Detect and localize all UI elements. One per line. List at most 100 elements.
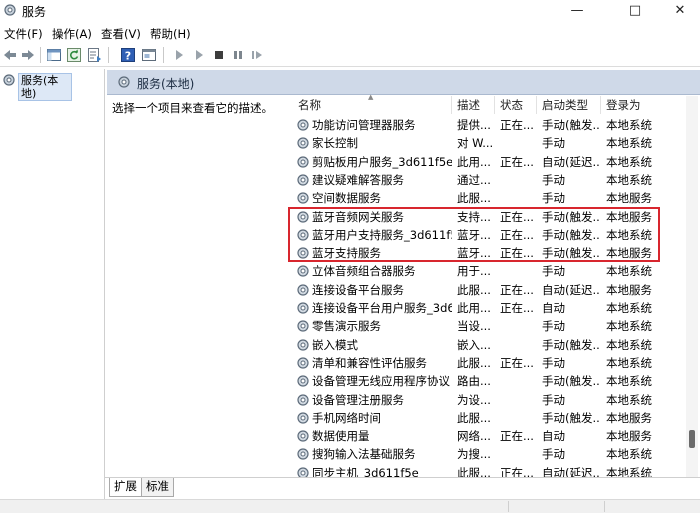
vertical-scrollbar[interactable] [686, 96, 698, 477]
status-separator [604, 501, 605, 512]
service-row[interactable]: 数据使用量 网络... 正在... 自动 本地服务 [290, 427, 686, 445]
service-row[interactable]: 手机网络时间 此服... 手动(触发... 本地服务 [290, 409, 686, 427]
menu-file[interactable]: 文件(F) [4, 26, 43, 42]
maximize-button[interactable]: □ [612, 0, 658, 22]
menu-bar: 文件(F) 操作(A) 查看(V) 帮助(H) [0, 24, 700, 42]
service-log-on-as: 本地系统 [606, 465, 652, 477]
column-separator[interactable] [536, 96, 537, 114]
restart-service-icon[interactable] [249, 47, 265, 63]
service-log-on-as: 本地服务 [606, 282, 652, 297]
service-name: 设备管理注册服务 [312, 392, 404, 407]
column-header-name[interactable]: 名称 [298, 97, 321, 115]
tree-item-services-local[interactable]: 服务(本地) [2, 72, 72, 101]
services-list: 功能访问管理器服务 提供... 正在... 手动(触发... 本地系统 家长控制对 W..… [290, 116, 686, 477]
toolbar-separator [108, 47, 109, 63]
pause-service-icon[interactable] [230, 47, 246, 63]
start-service-alt-icon[interactable] [191, 47, 207, 63]
stop-service-icon[interactable] [211, 47, 227, 63]
service-log-on-as: 本地系统 [606, 264, 652, 279]
service-log-on-as: 本地系统 [606, 172, 652, 187]
service-description: 提供... [457, 118, 491, 132]
service-row[interactable]: 连接设备平台服务 此服... 正在... 自动(延迟... 本地服务 [290, 281, 686, 299]
service-row[interactable]: 立体音频组合器服务 用于... 手动 本地系统 [290, 262, 686, 280]
service-row[interactable]: 剪贴板用户服务_3d611f5e 此用... 正在... 自动(延迟... 本地系统 [290, 153, 686, 171]
service-status: 正在... [500, 301, 534, 315]
back-icon[interactable] [2, 47, 18, 63]
service-gear-icon [297, 393, 309, 406]
close-button[interactable]: ✕ [657, 0, 700, 22]
service-log-on-as: 本地系统 [606, 355, 652, 370]
service-gear-icon [297, 265, 309, 277]
service-row[interactable]: 家长控制 对 W... 手动 本地系统 [290, 134, 686, 152]
service-name: 数据使用量 [312, 429, 370, 444]
column-header-status[interactable]: 状态 [500, 97, 523, 115]
service-name: 同步主机_3d611f5e [312, 465, 419, 477]
column-header-description[interactable]: 描述 [457, 97, 480, 115]
menu-view[interactable]: 查看(V) [101, 26, 141, 42]
export-list-icon[interactable] [86, 47, 102, 63]
service-row[interactable]: 设备管理注册服务 为设... 手动 本地系统 [290, 391, 686, 409]
column-separator[interactable] [600, 96, 601, 114]
tab-standard[interactable]: 标准 [141, 478, 174, 497]
service-row[interactable]: 同步主机_3d611f5e 此服... 正在... 自动(延迟... 本地系统 [290, 464, 686, 477]
menu-help[interactable]: 帮助(H) [150, 26, 191, 42]
service-startup-type: 自动(延迟... [542, 465, 600, 477]
service-name: 建议疑难解答服务 [312, 172, 404, 187]
service-startup-type: 手动 [542, 264, 565, 279]
service-log-on-as: 本地系统 [606, 392, 652, 407]
help-icon[interactable]: ? [120, 47, 136, 63]
service-description: 嵌入... [457, 337, 491, 352]
refresh-icon[interactable] [66, 47, 82, 63]
service-row[interactable]: 嵌入模式 嵌入... 手动(触发... 本地系统 [290, 336, 686, 354]
toolbar-separator [163, 47, 164, 63]
service-row[interactable]: 功能访问管理器服务 提供... 正在... 手动(触发... 本地系统 [290, 116, 686, 134]
scrollbar-thumb[interactable] [689, 430, 695, 448]
service-gear-icon [297, 412, 309, 424]
tab-extended[interactable]: 扩展 [109, 478, 142, 497]
menu-action[interactable]: 操作(A) [52, 26, 92, 42]
service-gear-icon [297, 284, 309, 296]
service-startup-type: 自动(延迟... [542, 282, 600, 297]
service-description: 路由... [457, 374, 491, 389]
service-description: 通过... [457, 172, 491, 187]
service-startup-type: 手动 [542, 447, 565, 462]
column-header-startup-type[interactable]: 启动类型 [542, 97, 588, 115]
service-log-on-as: 本地系统 [606, 154, 652, 169]
service-row[interactable]: 清单和兼容性评估服务 此服... 正在... 手动 本地系统 [290, 354, 686, 372]
properties-icon[interactable] [141, 47, 157, 63]
service-log-on-as: 本地系统 [606, 447, 652, 462]
service-row[interactable]: 空间数据服务 此服... 手动 本地服务 [290, 189, 686, 207]
service-gear-icon [297, 338, 309, 351]
minimize-button[interactable]: — [554, 0, 600, 22]
service-row[interactable]: 连接设备平台用户服务_3d6... 此用... 正在... 自动 本地系统 [290, 299, 686, 317]
column-separator[interactable] [451, 96, 452, 114]
service-row[interactable]: 搜狗输入法基础服务 为搜... 手动 本地系统 [290, 445, 686, 463]
service-gear-icon [297, 174, 309, 186]
service-startup-type: 手动 [542, 355, 565, 370]
title-bar: 服务 — □ ✕ [0, 0, 700, 22]
service-name: 家长控制 [312, 136, 358, 151]
sort-indicator-icon: ▲ [368, 93, 374, 101]
forward-icon[interactable] [20, 47, 36, 63]
service-status: 正在... [500, 355, 534, 370]
column-separator[interactable] [494, 96, 495, 114]
service-status: 正在... [500, 282, 534, 297]
panel-title: 服务(本地) [137, 77, 195, 91]
service-log-on-as: 本地服务 [606, 410, 652, 425]
service-log-on-as: 本地系统 [606, 301, 652, 315]
show-hide-tree-icon[interactable] [46, 47, 62, 63]
service-row[interactable]: 零售演示服务 当设... 手动 本地系统 [290, 317, 686, 335]
service-row[interactable]: 建议疑难解答服务 通过... 手动 本地系统 [290, 171, 686, 189]
start-service-icon[interactable] [171, 47, 187, 63]
service-row[interactable]: 设备管理无线应用程序协议 ... 路由... 手动(触发... 本地系统 [290, 372, 686, 390]
status-bar [0, 499, 700, 513]
service-gear-icon [297, 320, 309, 332]
column-header-log-on-as[interactable]: 登录为 [606, 97, 641, 115]
service-name: 手机网络时间 [312, 410, 381, 425]
window-title: 服务 [22, 5, 47, 19]
toolbar: ? [0, 44, 700, 67]
service-startup-type: 手动 [542, 392, 565, 407]
service-startup-type: 手动(触发... [542, 337, 600, 352]
service-status: 正在... [500, 154, 534, 169]
service-description: 网络... [457, 429, 491, 444]
